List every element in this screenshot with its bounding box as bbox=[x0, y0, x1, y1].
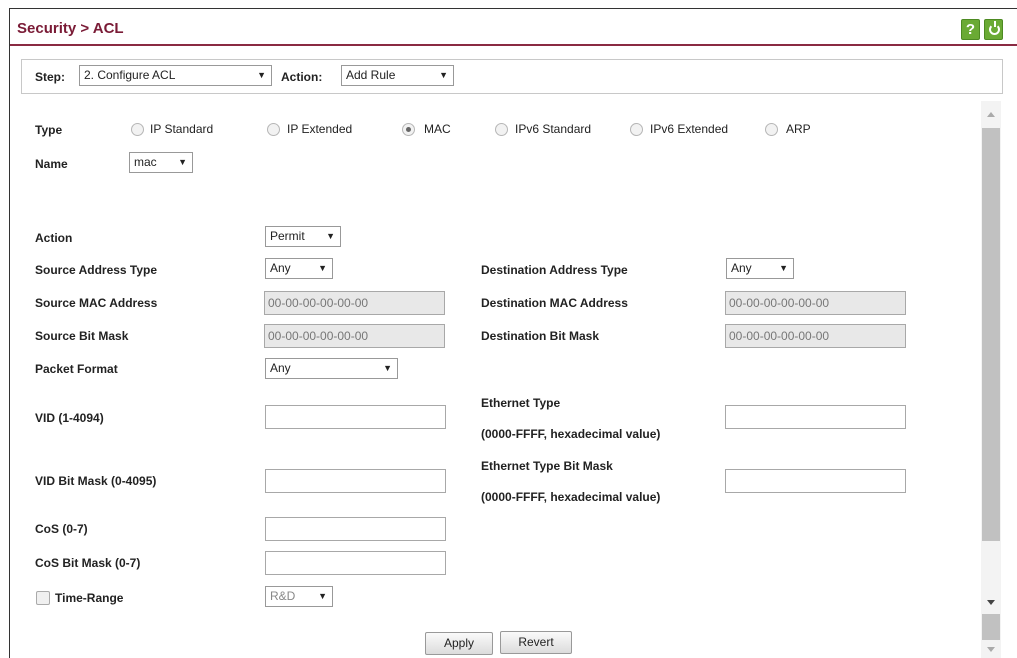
src-mask-field[interactable]: 00-00-00-00-00-00 bbox=[264, 324, 445, 348]
chevron-down-icon: ▼ bbox=[318, 591, 327, 601]
radio-label-ipv6-standard: IPv6 Standard bbox=[515, 122, 592, 136]
scrollbar-thumb-secondary[interactable] bbox=[982, 614, 1000, 640]
radio-label-ip-standard: IP Standard bbox=[150, 122, 214, 136]
radio-arp[interactable] bbox=[765, 123, 778, 136]
radio-label-mac: MAC bbox=[424, 122, 451, 136]
packet-format-label: Packet Format bbox=[35, 362, 118, 376]
eth-type-mask-label: Ethernet Type Bit Mask bbox=[481, 459, 613, 473]
revert-button[interactable]: Revert bbox=[500, 631, 572, 654]
dst-addr-type-label: Destination Address Type bbox=[481, 263, 628, 277]
dst-mac-label: Destination MAC Address bbox=[481, 296, 628, 310]
rule-action-label: Action bbox=[35, 231, 73, 245]
radio-label-ip-extended: IP Extended bbox=[287, 122, 353, 136]
src-mask-label: Source Bit Mask bbox=[35, 329, 129, 343]
cos-label: CoS (0-7) bbox=[35, 522, 88, 536]
radio-ipv6-extended[interactable] bbox=[630, 123, 643, 136]
eth-type-mask-field[interactable] bbox=[725, 469, 906, 493]
cos-mask-label: CoS Bit Mask (0-7) bbox=[35, 556, 141, 570]
radio-ip-extended[interactable] bbox=[267, 123, 280, 136]
step-select[interactable]: 2. Configure ACL ▼ bbox=[79, 65, 272, 86]
vid-mask-field[interactable] bbox=[265, 469, 446, 493]
action-select-value: Add Rule bbox=[346, 68, 396, 82]
action-select[interactable]: Add Rule ▼ bbox=[341, 65, 454, 86]
type-label: Type bbox=[35, 123, 63, 137]
time-range-select[interactable]: R&D ▼ bbox=[265, 586, 333, 607]
rule-action-select[interactable]: Permit ▼ bbox=[265, 226, 341, 247]
src-mac-field[interactable]: 00-00-00-00-00-00 bbox=[264, 291, 445, 315]
chevron-down-icon: ▼ bbox=[318, 263, 327, 273]
apply-button[interactable]: Apply bbox=[425, 632, 493, 655]
vid-field[interactable] bbox=[265, 405, 446, 429]
refresh-icon[interactable] bbox=[984, 19, 1003, 40]
name-label: Name bbox=[35, 157, 68, 171]
vid-label: VID (1-4094) bbox=[35, 411, 104, 425]
eth-type-label: Ethernet Type bbox=[481, 396, 561, 410]
step-select-value: 2. Configure ACL bbox=[84, 68, 176, 82]
chevron-down-icon: ▼ bbox=[439, 70, 448, 80]
time-range-label: Time-Range bbox=[55, 591, 124, 605]
eth-type-hint: (0000-FFFF, hexadecimal value) bbox=[481, 427, 661, 441]
cos-mask-field[interactable] bbox=[265, 551, 446, 575]
vid-mask-label: VID Bit Mask (0-4095) bbox=[35, 474, 157, 488]
dst-mask-field[interactable]: 00-00-00-00-00-00 bbox=[725, 324, 906, 348]
src-addr-type-label: Source Address Type bbox=[35, 263, 158, 277]
page-title: Security > ACL bbox=[17, 20, 124, 37]
title-divider bbox=[10, 44, 1017, 46]
packet-format-select[interactable]: Any ▼ bbox=[265, 358, 398, 379]
radio-label-ipv6-extended: IPv6 Extended bbox=[650, 122, 729, 136]
dst-mac-field[interactable]: 00-00-00-00-00-00 bbox=[725, 291, 906, 315]
radio-mac[interactable] bbox=[402, 123, 415, 136]
time-range-checkbox[interactable] bbox=[36, 591, 50, 605]
scroll-down-secondary-icon[interactable] bbox=[987, 647, 995, 652]
dst-mask-label: Destination Bit Mask bbox=[481, 329, 600, 343]
eth-type-mask-hint: (0000-FFFF, hexadecimal value) bbox=[481, 490, 661, 504]
action-label: Action: bbox=[281, 70, 323, 84]
radio-label-arp: ARP bbox=[786, 122, 811, 136]
src-addr-type-select[interactable]: Any ▼ bbox=[265, 258, 333, 279]
step-label: Step: bbox=[35, 70, 65, 84]
chevron-down-icon: ▼ bbox=[257, 70, 266, 80]
dst-addr-type-value: Any bbox=[731, 261, 752, 275]
dst-addr-type-select[interactable]: Any ▼ bbox=[726, 258, 794, 279]
chevron-down-icon: ▼ bbox=[383, 363, 392, 373]
scroll-down-icon[interactable] bbox=[987, 600, 995, 605]
eth-type-field[interactable] bbox=[725, 405, 906, 429]
radio-ip-standard[interactable] bbox=[131, 123, 144, 136]
scroll-up-icon[interactable] bbox=[987, 112, 995, 117]
rule-action-value: Permit bbox=[270, 229, 305, 243]
cos-field[interactable] bbox=[265, 517, 446, 541]
src-addr-type-value: Any bbox=[270, 261, 291, 275]
chevron-down-icon: ▼ bbox=[326, 231, 335, 241]
packet-format-value: Any bbox=[270, 361, 291, 375]
radio-ipv6-standard[interactable] bbox=[495, 123, 508, 136]
chevron-down-icon: ▼ bbox=[178, 157, 187, 167]
chevron-down-icon: ▼ bbox=[779, 263, 788, 273]
src-mac-label: Source MAC Address bbox=[35, 296, 158, 310]
time-range-value: R&D bbox=[270, 589, 296, 603]
name-select[interactable]: mac ▼ bbox=[129, 152, 193, 173]
help-icon[interactable]: ? bbox=[961, 19, 980, 40]
scrollbar-thumb[interactable] bbox=[982, 128, 1000, 541]
name-select-value: mac bbox=[134, 155, 157, 169]
